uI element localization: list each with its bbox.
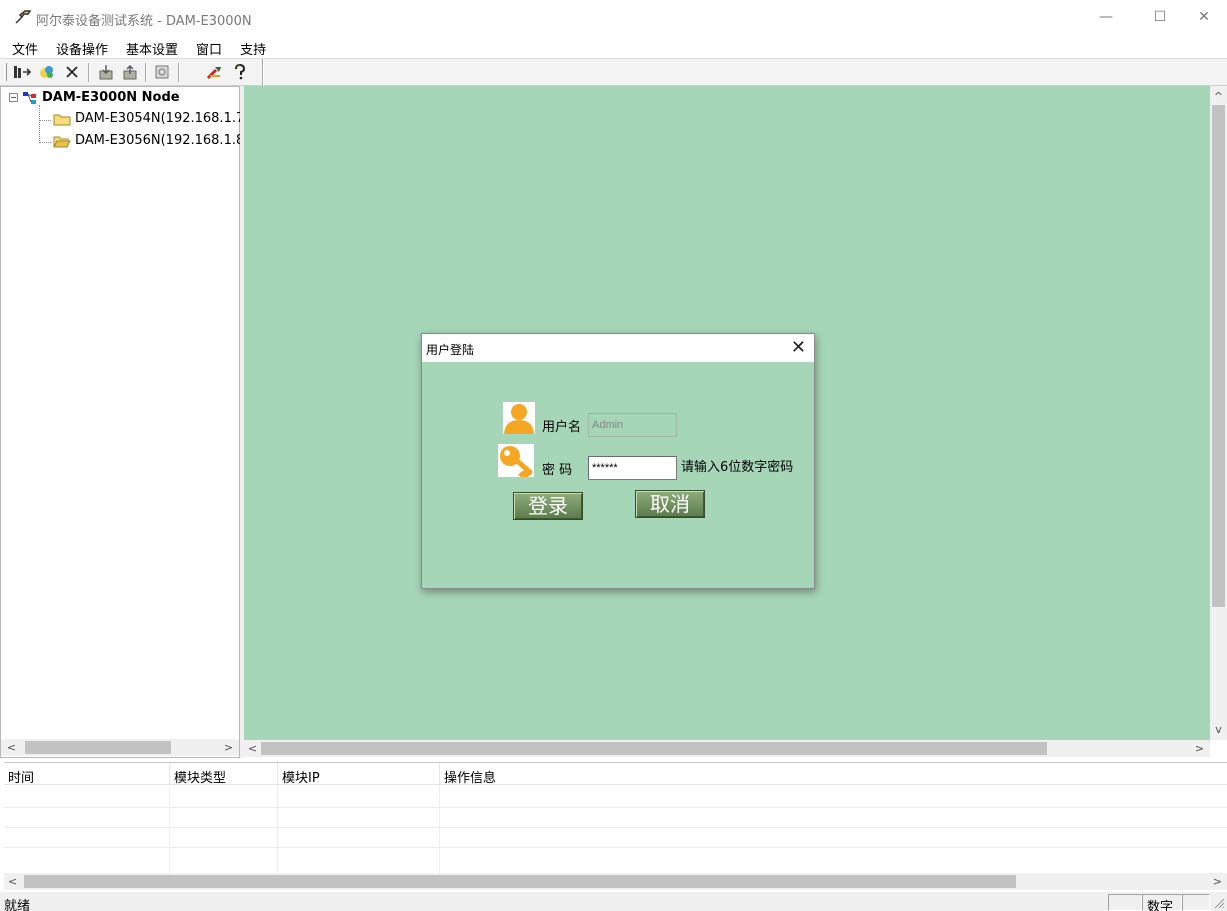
log-row[interactable] bbox=[4, 807, 1227, 808]
dialog-title: 用户登陆 bbox=[426, 343, 475, 357]
login-dialog: 用户登陆 ✕ 用户名 密 码 请输入6位数字密码 登录 取消 bbox=[421, 333, 815, 589]
scroll-right-icon[interactable]: > bbox=[1209, 873, 1226, 890]
username-label: 用户名 bbox=[542, 420, 582, 435]
scroll-left-icon[interactable]: < bbox=[244, 740, 261, 757]
scroll-down-icon[interactable]: v bbox=[1210, 721, 1227, 738]
column-header-operation-info[interactable]: 操作信息 bbox=[440, 763, 1227, 786]
toolbar-separator bbox=[145, 63, 147, 82]
log-row[interactable] bbox=[4, 827, 1227, 828]
status-pane-num: 数字 bbox=[1142, 894, 1182, 911]
password-field[interactable] bbox=[588, 456, 677, 480]
column-divider bbox=[439, 785, 440, 873]
scroll-left-icon[interactable]: < bbox=[4, 873, 21, 890]
log-header: 时间 模块类型 模块IP 操作信息 bbox=[4, 763, 1227, 786]
tree-item-label: DAM-E3054N(192.168.1.7 bbox=[75, 111, 245, 126]
column-divider bbox=[169, 785, 170, 873]
folder-open-icon bbox=[53, 136, 71, 147]
toolbar-separator bbox=[178, 63, 180, 82]
disconnect-icon[interactable] bbox=[62, 62, 82, 82]
export-icon[interactable] bbox=[120, 62, 140, 82]
dialog-title-bar[interactable]: 用户登陆 ✕ bbox=[422, 334, 814, 362]
help-icon[interactable] bbox=[230, 62, 250, 82]
scroll-right-icon[interactable]: > bbox=[1191, 740, 1208, 757]
dialog-close-icon[interactable]: ✕ bbox=[791, 337, 806, 358]
window-title: 阿尔泰设备测试系统 - DAM-E3000N bbox=[36, 14, 252, 29]
log-row[interactable] bbox=[4, 847, 1227, 848]
close-window-button[interactable]: ✕ bbox=[1181, 0, 1227, 34]
mdi-vertical-scrollbar[interactable]: ^ v bbox=[1210, 86, 1227, 740]
column-header-module-type[interactable]: 模块类型 bbox=[170, 763, 278, 786]
resize-grip-icon[interactable] bbox=[1212, 896, 1225, 909]
menu-support[interactable]: 支持 bbox=[228, 36, 272, 58]
tree-horizontal-scrollbar[interactable]: < > bbox=[1, 739, 239, 756]
toolbar-grip[interactable] bbox=[4, 63, 7, 81]
scroll-up-icon[interactable]: ^ bbox=[1210, 88, 1227, 105]
tree-root-label: DAM-E3000N Node bbox=[42, 90, 180, 105]
folder-icon bbox=[53, 114, 71, 125]
tree-item-label: DAM-E3056N(192.168.1.8( bbox=[75, 133, 250, 148]
scrollbar-thumb[interactable] bbox=[1212, 105, 1225, 607]
tree-item-dam-e3056n[interactable]: DAM-E3056N(192.168.1.8( bbox=[33, 133, 249, 148]
user-icon bbox=[503, 402, 535, 434]
print-icon[interactable] bbox=[152, 62, 172, 82]
password-label: 密 码 bbox=[542, 463, 573, 478]
settings-icon[interactable] bbox=[205, 62, 225, 82]
status-pane-caps bbox=[1108, 894, 1142, 911]
minimize-button[interactable]: — bbox=[1083, 0, 1129, 34]
login-button[interactable]: 登录 bbox=[513, 492, 583, 520]
menu-window[interactable]: 窗口 bbox=[184, 36, 228, 58]
status-text: 就绪 bbox=[4, 899, 31, 911]
device-tree: − DAM-E3000N Node DAM-E3054N(192.168.1.7… bbox=[0, 86, 249, 758]
search-device-icon[interactable] bbox=[37, 62, 57, 82]
menu-basic-settings[interactable]: 基本设置 bbox=[114, 36, 184, 58]
network-icon bbox=[23, 91, 36, 104]
app-icon bbox=[15, 10, 32, 24]
title-bar: 阿尔泰设备测试系统 - DAM-E3000N — ☐ ✕ bbox=[0, 0, 1227, 34]
username-field[interactable] bbox=[588, 413, 677, 437]
connect-icon[interactable] bbox=[12, 62, 32, 82]
tree-root[interactable]: − DAM-E3000N Node bbox=[9, 90, 180, 105]
key-icon bbox=[498, 444, 534, 477]
column-divider bbox=[277, 785, 278, 873]
scroll-left-icon[interactable]: < bbox=[3, 739, 20, 756]
column-header-module-ip[interactable]: 模块IP bbox=[278, 763, 440, 786]
menu-device-operation[interactable]: 设备操作 bbox=[44, 36, 114, 58]
toolbar-end bbox=[262, 59, 264, 86]
mdi-horizontal-scrollbar[interactable]: < > bbox=[244, 740, 1210, 757]
collapse-icon[interactable]: − bbox=[9, 93, 18, 102]
maximize-button[interactable]: ☐ bbox=[1137, 0, 1183, 34]
password-hint: 请输入6位数字密码 bbox=[681, 460, 794, 475]
status-bar: 就绪 数字 bbox=[0, 892, 1227, 911]
import-icon[interactable] bbox=[96, 62, 116, 82]
scrollbar-thumb[interactable] bbox=[24, 875, 1016, 888]
status-pane-scroll bbox=[1182, 894, 1210, 911]
column-header-time[interactable]: 时间 bbox=[4, 763, 170, 786]
menu-bar: 文件 设备操作 基本设置 窗口 支持 bbox=[0, 36, 272, 58]
tree-item-dam-e3054n[interactable]: DAM-E3054N(192.168.1.7 bbox=[33, 111, 244, 126]
operation-log: 时间 模块类型 模块IP 操作信息 < > bbox=[4, 762, 1227, 890]
log-horizontal-scrollbar[interactable]: < > bbox=[4, 873, 1227, 890]
scrollbar-thumb[interactable] bbox=[25, 741, 171, 754]
menu-file[interactable]: 文件 bbox=[0, 36, 44, 58]
scrollbar-thumb[interactable] bbox=[261, 742, 1047, 755]
toolbar-separator bbox=[88, 63, 90, 82]
scroll-right-icon[interactable]: > bbox=[220, 739, 237, 756]
cancel-button[interactable]: 取消 bbox=[635, 490, 705, 518]
toolbar bbox=[0, 58, 1227, 86]
